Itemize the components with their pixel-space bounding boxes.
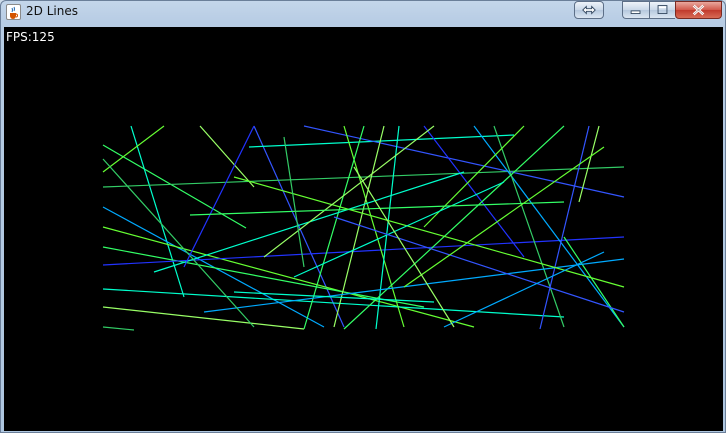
close-icon: [692, 4, 705, 16]
maximize-button[interactable]: [649, 1, 675, 19]
swap-button[interactable]: [574, 1, 604, 19]
render-canvas[interactable]: FPS:125: [4, 27, 723, 431]
close-button[interactable]: [675, 1, 722, 19]
maximize-icon: [657, 5, 668, 14]
app-window: 2D Lines FPS:125: [0, 0, 726, 433]
java-cup-icon[interactable]: [6, 4, 21, 20]
swap-icon: [582, 5, 596, 15]
title-bar[interactable]: 2D Lines: [1, 1, 725, 25]
minimize-icon: [630, 10, 641, 14]
random-lines-drawing: [102, 125, 625, 331]
minimize-button[interactable]: [622, 1, 649, 19]
window-title: 2D Lines: [26, 4, 78, 18]
